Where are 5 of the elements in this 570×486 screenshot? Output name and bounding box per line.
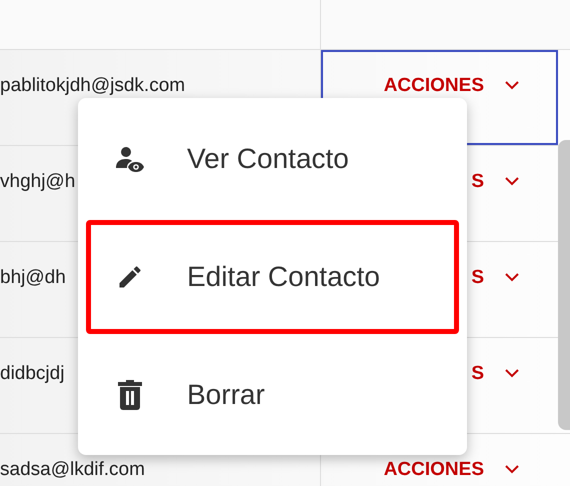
email-text: pablitokjdh@jsdk.com — [0, 74, 186, 98]
email-text: vhghj@h — [0, 170, 76, 194]
email-text: sadsa@lkdif.com — [0, 458, 145, 482]
email-text: didbcjdj — [0, 362, 64, 386]
email-text: bhj@dh — [0, 266, 66, 290]
